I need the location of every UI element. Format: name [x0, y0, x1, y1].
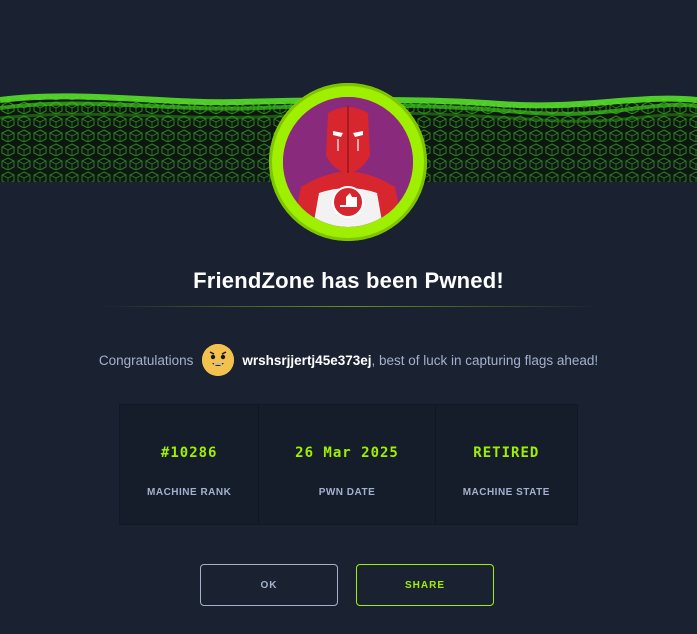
stat-label: MACHINE STATE: [462, 487, 550, 498]
stat-machine-state: RETIRED MACHINE STATE: [436, 405, 577, 524]
stat-machine-rank: #10286 MACHINE RANK: [120, 405, 260, 524]
stats-panel: #10286 MACHINE RANK 26 Mar 2025 PWN DATE…: [119, 404, 578, 525]
congrats-message: Congratulations wrshsrjjertj45e373ej , b…: [0, 344, 697, 376]
stat-value: 26 Mar 2025: [295, 445, 399, 461]
title-divider: [100, 306, 597, 307]
stat-pwn-date: 26 Mar 2025 PWN DATE: [259, 405, 436, 524]
cartoon-face-icon: [202, 344, 235, 376]
stat-value: #10286: [160, 445, 218, 461]
machine-avatar: [283, 97, 413, 227]
congrats-prefix: Congratulations: [98, 352, 194, 368]
red-masked-hero-icon: [283, 97, 413, 227]
congrats-suffix: , best of luck in capturing flags ahead!: [371, 352, 599, 368]
share-button[interactable]: SHARE: [356, 564, 494, 606]
username: wrshsrjjertj45e373ej: [242, 352, 372, 368]
stat-label: MACHINE RANK: [147, 487, 232, 498]
stat-value: RETIRED: [473, 445, 540, 461]
stat-label: PWN DATE: [318, 487, 376, 498]
user-avatar: [202, 344, 235, 376]
ok-button[interactable]: OK: [200, 564, 338, 606]
pwned-title: FriendZone has been Pwned!: [193, 268, 504, 293]
